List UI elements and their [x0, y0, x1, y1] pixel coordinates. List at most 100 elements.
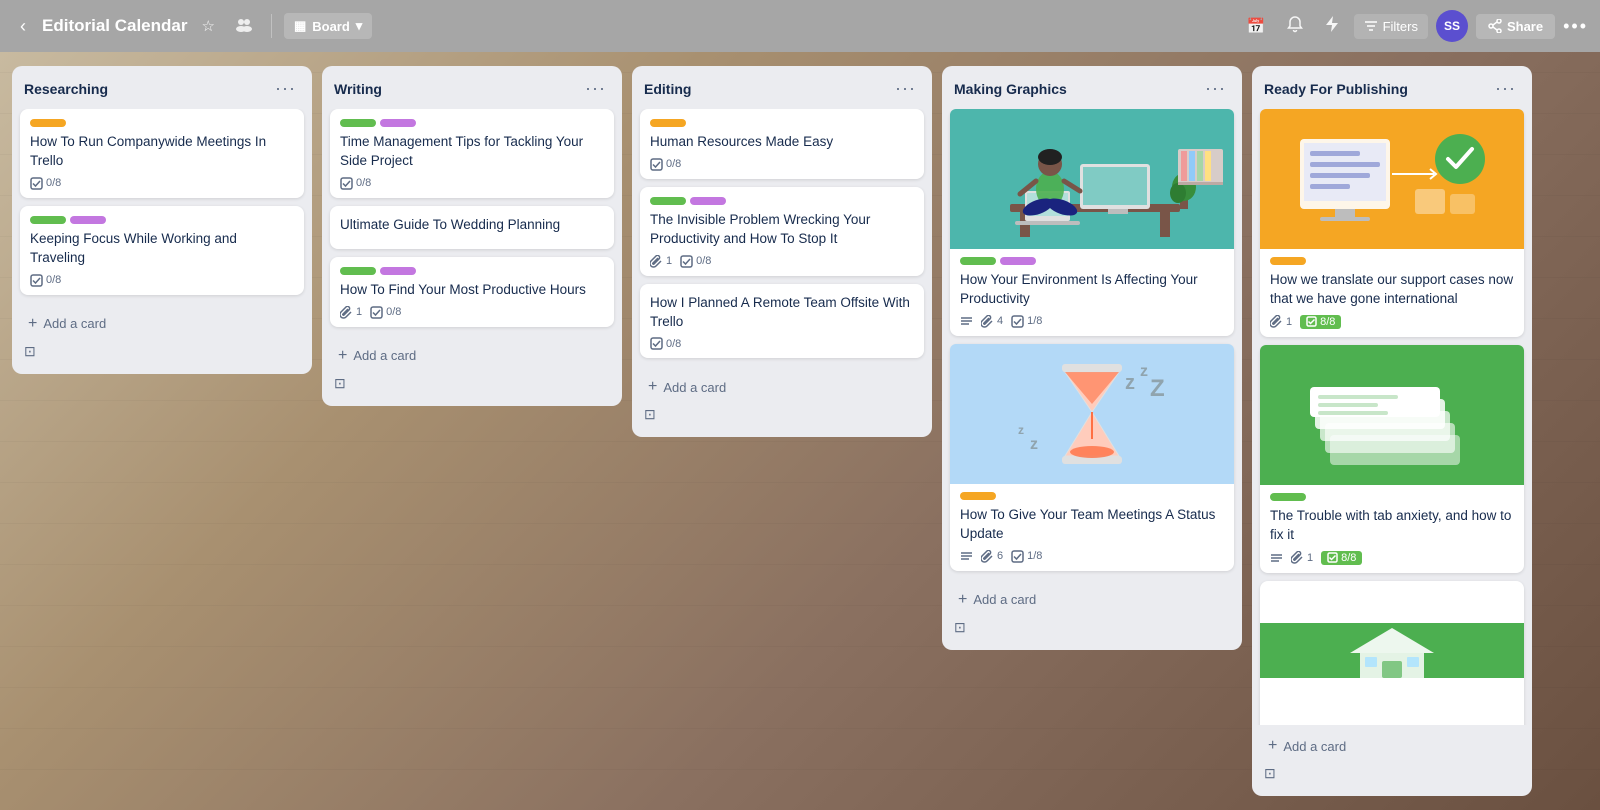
card-meta-w1: 0/8 [340, 177, 604, 190]
star-button[interactable]: ☆ [195, 13, 220, 39]
card-r2[interactable]: Keeping Focus While Working and Travelin… [20, 206, 304, 295]
board-icon: ▦ [294, 18, 306, 34]
template-button-editing[interactable]: ⊡ [640, 402, 660, 427]
column-menu-button-making-graphics[interactable]: ··· [1201, 76, 1230, 101]
card-image-rp1 [1260, 109, 1524, 249]
card-title-e1: Human Resources Made Easy [650, 133, 914, 152]
bell-button[interactable] [1280, 11, 1310, 41]
svg-text:z: z [1018, 423, 1024, 437]
column-footer-writing: + Add a card ⊡ [322, 335, 622, 406]
filters-label: Filters [1383, 19, 1418, 34]
card-w2[interactable]: Ultimate Guide To Wedding Planning [330, 206, 614, 249]
filters-button[interactable]: Filters [1354, 14, 1428, 39]
add-card-button-ready-publishing[interactable]: + Add a card [1260, 731, 1524, 761]
column-body-editing: Human Resources Made Easy 0/8 The Invisi… [632, 109, 932, 366]
plus-icon: + [338, 347, 347, 365]
add-card-button-editing[interactable]: + Add a card [640, 372, 924, 402]
label-purple [380, 119, 416, 127]
label-green [30, 216, 66, 224]
card-title-e2: The Invisible Problem Wrecking Your Prod… [650, 211, 914, 249]
column-title-editing: Editing [644, 81, 691, 97]
checklist-w1: 0/8 [340, 177, 371, 190]
label-purple [690, 197, 726, 205]
template-button-ready-publishing[interactable]: ⊡ [1260, 761, 1280, 786]
card-title-mg2: How To Give Your Team Meetings A Status … [960, 506, 1224, 544]
plus-icon: + [958, 591, 967, 609]
label-purple [70, 216, 106, 224]
add-card-button-researching[interactable]: + Add a card [20, 309, 304, 339]
column-menu-button-researching[interactable]: ··· [271, 76, 300, 101]
header: ‹ Editorial Calendar ☆ ▦ Board ▾ 📅 Filte… [0, 0, 1600, 52]
board-view-button[interactable]: ▦ Board ▾ [284, 13, 372, 39]
header-left: ‹ Editorial Calendar ☆ ▦ Board ▾ [12, 11, 1233, 41]
column-footer-editing: + Add a card ⊡ [632, 366, 932, 437]
column-footer-researching: + Add a card ⊡ [12, 303, 312, 374]
add-card-label: Add a card [973, 592, 1036, 607]
label-yellow [960, 492, 996, 500]
column-menu-button-editing[interactable]: ··· [891, 76, 920, 101]
column-header-writing: Writing ··· [322, 66, 622, 109]
label-purple [380, 267, 416, 275]
column-editing: Editing ··· Human Resources Made Easy 0/… [632, 66, 932, 437]
column-body-researching: How To Run Companywide Meetings In Trell… [12, 109, 312, 303]
card-labels-e1 [650, 119, 914, 127]
card-mg2[interactable]: z z Z z z How To Give Your Team Meetings… [950, 344, 1234, 571]
label-green [1270, 493, 1306, 501]
template-button-researching[interactable]: ⊡ [20, 339, 40, 364]
card-meta-w3: 1 0/8 [340, 306, 604, 319]
card-e1[interactable]: Human Resources Made Easy 0/8 [640, 109, 924, 179]
card-rp3[interactable] [1260, 581, 1524, 725]
template-button-writing[interactable]: ⊡ [330, 371, 350, 396]
checklist-mg2: 1/8 [1011, 550, 1042, 563]
card-mg1[interactable]: How Your Environment Is Affecting Your P… [950, 109, 1234, 336]
card-labels-mg2 [960, 492, 1224, 500]
label-green [960, 257, 996, 265]
column-footer-ready-publishing: + Add a card ⊡ [1252, 725, 1532, 796]
column-menu-button-writing[interactable]: ··· [581, 76, 610, 101]
share-button[interactable]: Share [1476, 14, 1555, 39]
card-rp2[interactable]: The Trouble with tab anxiety, and how to… [1260, 345, 1524, 573]
attachment-rp1: 1 [1270, 315, 1292, 328]
checklist-rp1: 8/8 [1300, 315, 1341, 329]
add-card-button-making-graphics[interactable]: + Add a card [950, 585, 1234, 615]
card-labels-e2 [650, 197, 914, 205]
lightning-button[interactable] [1318, 11, 1346, 41]
label-green [650, 197, 686, 205]
board-content: Researching ··· How To Run Companywide M… [0, 52, 1600, 810]
more-button[interactable]: ••• [1563, 16, 1588, 37]
column-making-graphics: Making Graphics ··· [942, 66, 1242, 650]
lines-rp2 [1270, 553, 1283, 563]
card-title-mg1: How Your Environment Is Affecting Your P… [960, 271, 1224, 309]
attachment-rp2: 1 [1291, 551, 1313, 564]
card-w3[interactable]: How To Find Your Most Productive Hours 1… [330, 257, 614, 327]
card-e2[interactable]: The Invisible Problem Wrecking Your Prod… [640, 187, 924, 276]
card-labels-rp1 [1270, 257, 1514, 265]
card-title-r2: Keeping Focus While Working and Travelin… [30, 230, 294, 268]
checklist-mg1: 1/8 [1011, 315, 1042, 328]
back-button[interactable]: ‹ [12, 12, 34, 41]
card-e3[interactable]: How I Planned A Remote Team Offsite With… [640, 284, 924, 359]
board-title[interactable]: Editorial Calendar [42, 16, 187, 36]
column-menu-button-ready-publishing[interactable]: ··· [1491, 76, 1520, 101]
card-title-rp2: The Trouble with tab anxiety, and how to… [1270, 507, 1514, 545]
avatar[interactable]: SS [1436, 10, 1468, 42]
checklist-e2: 0/8 [680, 255, 711, 268]
column-body-making-graphics: How Your Environment Is Affecting Your P… [942, 109, 1242, 579]
card-title-e3: How I Planned A Remote Team Offsite With… [650, 294, 914, 332]
calendar-button[interactable]: 📅 [1241, 13, 1272, 39]
card-meta-e1: 0/8 [650, 158, 914, 171]
checklist-e3: 0/8 [650, 337, 681, 350]
card-rp1[interactable]: How we translate our support cases now t… [1260, 109, 1524, 337]
template-button-making-graphics[interactable]: ⊡ [950, 615, 970, 640]
add-card-button-writing[interactable]: + Add a card [330, 341, 614, 371]
card-meta-mg1: 4 1/8 [960, 315, 1224, 328]
checklist-rp2: 8/8 [1321, 551, 1362, 565]
card-r1[interactable]: How To Run Companywide Meetings In Trell… [20, 109, 304, 198]
svg-text:z: z [1140, 363, 1148, 380]
column-writing: Writing ··· Time Management Tips for Tac… [322, 66, 622, 406]
team-visibility-button[interactable] [229, 11, 259, 41]
card-w1[interactable]: Time Management Tips for Tackling Your S… [330, 109, 614, 198]
card-meta-rp1: 1 8/8 [1270, 315, 1514, 329]
add-card-label: Add a card [353, 348, 416, 363]
card-image-mg2: z z Z z z [950, 344, 1234, 484]
